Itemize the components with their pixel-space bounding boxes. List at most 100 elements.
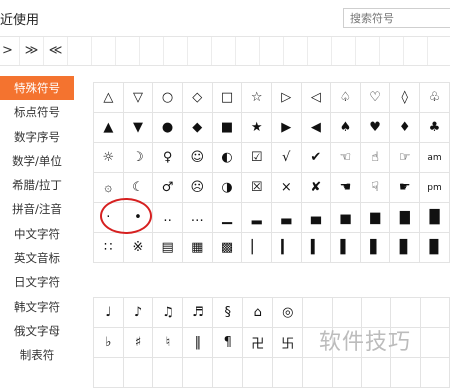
sidebar-item[interactable]: 拼音/注音	[0, 197, 74, 221]
recent-symbol[interactable]: >	[0, 37, 20, 65]
symbol-cell[interactable]: ☞	[389, 142, 421, 173]
symbol-cell[interactable]: ▇	[389, 202, 421, 233]
symbol-cell[interactable]: ▶	[270, 112, 302, 143]
symbol-cell[interactable]: ☚	[330, 172, 361, 203]
symbol-cell[interactable]: ●	[152, 112, 183, 143]
symbol-cell[interactable]: ▽	[122, 82, 154, 113]
symbol-cell[interactable]: ▉	[419, 232, 450, 263]
sidebar-item[interactable]: 日文字符	[0, 270, 74, 294]
symbol-cell[interactable]: ‖	[182, 327, 214, 358]
symbol-cell[interactable]: ¶	[212, 327, 244, 358]
symbol-cell[interactable]: ▊	[389, 232, 421, 263]
symbol-cell[interactable]: ▩	[211, 232, 243, 263]
symbol-cell[interactable]: ▼	[122, 112, 154, 143]
symbol-cell[interactable]: ☼	[93, 142, 124, 173]
symbol-cell[interactable]: …	[181, 202, 213, 233]
symbol-cell[interactable]: am	[419, 142, 450, 173]
sidebar-item[interactable]: 中文字符	[0, 222, 74, 246]
symbol-cell[interactable]: ♦	[389, 112, 421, 143]
symbol-cell[interactable]: ✘	[300, 172, 332, 203]
symbol-cell[interactable]: ☛	[389, 172, 421, 203]
symbol-cell[interactable]: ♯	[122, 327, 154, 358]
symbol-cell[interactable]: □	[211, 82, 243, 113]
symbol-cell[interactable]: ♂	[152, 172, 183, 203]
highlight-circle	[100, 198, 152, 234]
symbol-cell[interactable]: ☽	[122, 142, 154, 173]
symbol-cell[interactable]: ☆	[241, 82, 272, 113]
sidebar-item[interactable]: 数学/单位	[0, 149, 74, 173]
symbol-cell[interactable]: ▌	[330, 232, 361, 263]
symbol-cell[interactable]: ♡	[359, 82, 391, 113]
symbol-cell[interactable]: ☝	[359, 142, 391, 173]
symbol-cell[interactable]: ★	[241, 112, 272, 143]
symbol-cell[interactable]: █	[419, 202, 450, 233]
sidebar-item[interactable]: 俄文字母	[0, 319, 74, 343]
symbol-cell[interactable]: ◎	[272, 297, 304, 328]
symbol-cell[interactable]: ◀	[300, 112, 332, 143]
sidebar-item[interactable]: 制表符	[0, 343, 74, 367]
symbol-cell[interactable]: ☹	[181, 172, 213, 203]
symbol-cell[interactable]: ▦	[181, 232, 213, 263]
symbol-cell[interactable]: ※	[122, 232, 154, 263]
symbol-cell[interactable]: ◆	[181, 112, 213, 143]
symbol-cell[interactable]: ☜	[330, 142, 361, 173]
symbol-cell[interactable]: ☑	[241, 142, 272, 173]
sidebar-item[interactable]: 希腊/拉丁	[0, 173, 74, 197]
symbol-cell[interactable]: ▆	[359, 202, 391, 233]
symbol-cell[interactable]: ☺	[181, 142, 213, 173]
symbol-cell[interactable]: ▋	[359, 232, 391, 263]
symbol-cell[interactable]: 卐	[272, 327, 304, 358]
symbol-cell[interactable]: ▲	[93, 112, 124, 143]
symbol-cell[interactable]: ♫	[152, 297, 184, 328]
symbol-cell[interactable]: ∷	[93, 232, 124, 263]
recent-symbol[interactable]: ≫	[20, 37, 44, 65]
symbol-cell[interactable]: §	[212, 297, 244, 328]
symbol-cell[interactable]: pm	[419, 172, 450, 203]
symbol-cell[interactable]: ×	[270, 172, 302, 203]
symbol-cell[interactable]: ▎	[270, 232, 302, 263]
symbol-cell[interactable]: ♥	[359, 112, 391, 143]
symbol-cell[interactable]: ▏	[241, 232, 272, 263]
symbol-cell[interactable]: ◇	[181, 82, 213, 113]
symbol-cell[interactable]: ▂	[241, 202, 272, 233]
symbol-cell[interactable]: ▄	[300, 202, 332, 233]
symbol-cell[interactable]: ⌂	[242, 297, 274, 328]
symbol-cell[interactable]: ‥	[152, 202, 183, 233]
sidebar-item[interactable]: 数字序号	[0, 125, 74, 149]
search-input[interactable]	[343, 8, 450, 28]
symbol-cell[interactable]: ♭	[93, 327, 124, 358]
symbol-cell[interactable]: ◁	[300, 82, 332, 113]
symbol-cell[interactable]: ♩	[93, 297, 124, 328]
symbol-cell[interactable]: ▤	[152, 232, 183, 263]
symbol-cell[interactable]: ♪	[122, 297, 154, 328]
symbol-cell[interactable]: ◑	[211, 172, 243, 203]
symbol-cell[interactable]: ▃	[270, 202, 302, 233]
sidebar-item[interactable]: 韩文字符	[0, 295, 74, 319]
symbol-cell[interactable]: ◊	[389, 82, 421, 113]
symbol-cell[interactable]: ◐	[211, 142, 243, 173]
symbol-cell[interactable]: ♧	[419, 82, 450, 113]
symbol-cell[interactable]: ☟	[359, 172, 391, 203]
symbol-cell[interactable]: ♀	[152, 142, 183, 173]
sidebar-item[interactable]: 特殊符号	[0, 76, 74, 101]
symbol-cell[interactable]: ▷	[270, 82, 302, 113]
symbol-cell[interactable]: ☒	[241, 172, 272, 203]
symbol-cell[interactable]: ♤	[330, 82, 361, 113]
recent-symbol[interactable]: ≪	[44, 37, 68, 65]
symbol-cell[interactable]: ■	[211, 112, 243, 143]
sidebar-item[interactable]: 英文音标	[0, 246, 74, 270]
symbol-cell[interactable]: ○	[152, 82, 183, 113]
symbol-cell[interactable]: ♮	[152, 327, 184, 358]
symbol-cell[interactable]: ▁	[211, 202, 243, 233]
page-title: 近使用	[0, 13, 40, 28]
symbol-cell[interactable]: ♣	[419, 112, 450, 143]
symbol-cell[interactable]: △	[93, 82, 124, 113]
sidebar-item[interactable]: 标点符号	[0, 100, 74, 124]
symbol-cell[interactable]: 卍	[242, 327, 274, 358]
symbol-cell[interactable]: ▅	[330, 202, 361, 233]
symbol-cell[interactable]: ♬	[182, 297, 214, 328]
symbol-cell[interactable]: √	[270, 142, 302, 173]
symbol-cell[interactable]: ▍	[300, 232, 332, 263]
symbol-cell[interactable]: ✔	[300, 142, 332, 173]
symbol-cell[interactable]: ♠	[330, 112, 361, 143]
